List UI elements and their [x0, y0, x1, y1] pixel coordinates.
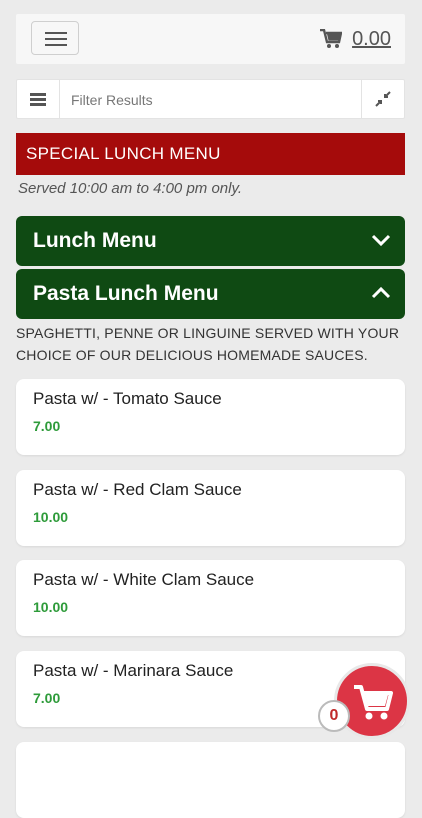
- item-price: 10.00: [33, 599, 69, 615]
- served-hours-note: Served 10:00 am to 4:00 pm only.: [18, 180, 243, 197]
- list-icon-line: [30, 98, 46, 101]
- hamburger-icon: [45, 32, 67, 34]
- category-description: SPAGHETTI, PENNE OR LINGUINE SERVED WITH…: [16, 325, 400, 363]
- item-price: 10.00: [33, 509, 69, 525]
- menu-item[interactable]: Pasta w/ - White Clam Sauce 10.00: [16, 560, 405, 636]
- item-name: Pasta w/ - Tomato Sauce: [33, 389, 222, 408]
- item-name: Pasta w/ - Red Clam Sauce: [33, 480, 242, 499]
- item-price: 7.00: [33, 690, 61, 706]
- collapse-all-button[interactable]: [361, 80, 404, 118]
- shopping-cart-icon: [354, 685, 393, 720]
- chevron-down-icon: [371, 234, 391, 247]
- top-navbar: 0.00: [16, 14, 405, 64]
- cart-total[interactable]: 0.00: [352, 28, 391, 51]
- cart-link[interactable]: 0.00: [320, 26, 391, 52]
- list-icon: [30, 93, 46, 96]
- filter-bar: [16, 79, 405, 119]
- special-lunch-banner: SPECIAL LUNCH MENU: [16, 133, 405, 175]
- category-label: Lunch Menu: [33, 229, 157, 252]
- cart-count-badge: 0: [318, 700, 350, 732]
- item-name: Pasta w/ - White Clam Sauce: [33, 570, 255, 589]
- menu-toggle-button[interactable]: [31, 21, 79, 55]
- filter-input[interactable]: [61, 81, 373, 119]
- menu-item-partial[interactable]: [16, 742, 405, 818]
- menu-item[interactable]: Pasta w/ - Red Clam Sauce 10.00: [16, 470, 405, 546]
- list-icon-line: [30, 103, 46, 106]
- item-price: 7.00: [33, 418, 61, 434]
- chevron-up-icon: [371, 286, 391, 299]
- category-pasta-lunch-menu[interactable]: Pasta Lunch Menu: [16, 269, 405, 319]
- shopping-cart-icon: [320, 29, 343, 48]
- hamburger-line: [45, 44, 67, 46]
- category-lunch-menu[interactable]: Lunch Menu: [16, 216, 405, 266]
- hamburger-line: [45, 38, 67, 40]
- list-view-button[interactable]: [17, 80, 60, 118]
- compress-icon: [375, 91, 391, 107]
- menu-item[interactable]: Pasta w/ - Tomato Sauce 7.00: [16, 379, 405, 455]
- category-label: Pasta Lunch Menu: [33, 282, 219, 305]
- item-name: Pasta w/ - Marinara Sauce: [33, 661, 234, 680]
- floating-cart-button[interactable]: [334, 663, 410, 739]
